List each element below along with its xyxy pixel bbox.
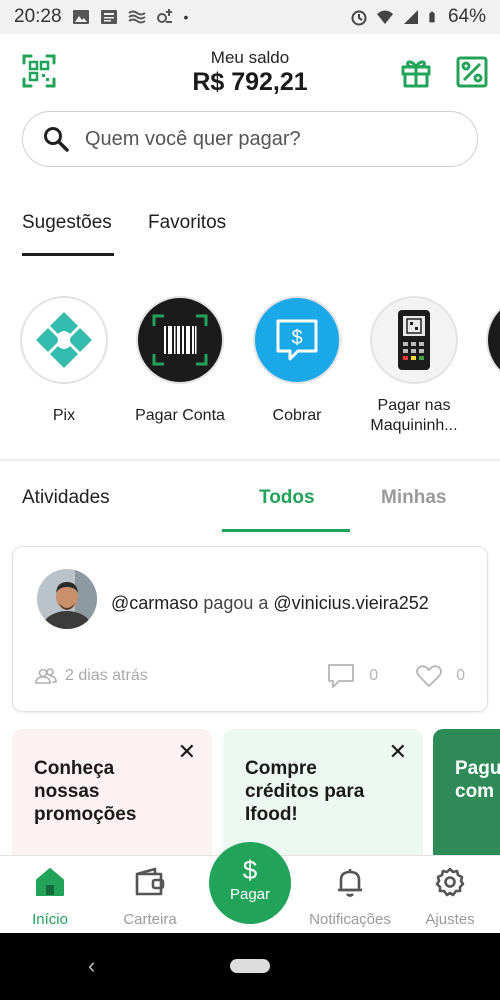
tab-my-activities[interactable]: Minhas [381, 487, 446, 509]
nav-home[interactable]: Início [0, 866, 100, 928]
nav-label: Início [32, 911, 68, 928]
tab-all-activities[interactable]: Todos [259, 487, 315, 509]
comment-count: 0 [369, 667, 379, 684]
tab-favorites[interactable]: Favoritos [148, 212, 226, 234]
gift-icon[interactable] [400, 56, 432, 88]
activity-verb: pagou a [203, 593, 269, 613]
shortcut-pix[interactable]: Pix [6, 296, 122, 426]
avatar[interactable] [37, 569, 97, 629]
shortcut-label: Cobrar [272, 407, 322, 424]
search-input[interactable] [85, 127, 445, 151]
shortcut-label: Pagar nas Maquininh... [370, 397, 458, 434]
pix-icon [20, 296, 108, 384]
home-pill-icon[interactable] [230, 959, 270, 973]
tab-suggestions[interactable]: Sugestões [22, 212, 112, 234]
home-icon [36, 868, 64, 896]
like-count: 0 [456, 667, 465, 684]
charge-speech-dollar-icon: $ [253, 296, 341, 384]
shortcut-row: Pix Pagar Conta $ Cobrar Pagar nas Maqui… [0, 296, 500, 446]
signal-icon [403, 10, 418, 24]
nav-settings[interactable]: Ajustes [400, 866, 500, 928]
status-bar: 20:28 • 64% [0, 0, 500, 34]
activity-actions: 0 0 [327, 663, 465, 689]
svg-text:$: $ [291, 327, 302, 349]
comment-icon [328, 664, 355, 688]
activity-meta: 2 dias atrás [35, 667, 148, 685]
image-icon [72, 10, 89, 24]
dot-icon: • [183, 9, 189, 25]
wallet-icon [135, 867, 165, 896]
search-icon [44, 127, 69, 152]
shortcut-partial[interactable] [472, 296, 500, 384]
shortcut-charge[interactable]: $ Cobrar [239, 296, 355, 426]
back-icon[interactable]: ‹ [88, 953, 95, 979]
waves-icon [127, 10, 146, 24]
app-header: Meu saldo R$ 792,21 [0, 34, 500, 112]
nav-label: Ajustes [425, 911, 475, 928]
system-nav-bar: ‹ [0, 933, 500, 1000]
bell-icon [338, 869, 362, 897]
shortcut-partial-icon [486, 296, 500, 384]
activities-title: Atividades [22, 487, 110, 508]
like-button[interactable]: 0 [416, 664, 465, 688]
news-icon [100, 10, 117, 24]
payee-username[interactable]: @vinicius.vieira252 [273, 593, 428, 613]
activity-time: 2 dias atrás [65, 667, 148, 684]
nav-notifications[interactable]: Notificações [300, 866, 400, 928]
promo-card-promotions[interactable]: Conheça nossas promoções ✕ [12, 729, 212, 859]
activity-tab-indicator [222, 529, 350, 532]
close-icon[interactable]: ✕ [178, 739, 196, 765]
promo-title: Compre créditos para Ifood! [245, 758, 365, 825]
status-time: 20:28 [14, 6, 62, 27]
bottom-nav: Início Carteira $ Pagar Notificações Aju… [0, 842, 500, 933]
comment-button[interactable]: 0 [327, 663, 378, 689]
friends-icon [35, 668, 57, 684]
promo-card-ifood[interactable]: Compre créditos para Ifood! ✕ [223, 729, 423, 859]
section-divider [0, 459, 500, 461]
activity-description: @carmaso pagou a @vinicius.vieira252 [111, 593, 429, 614]
discount-tag-icon[interactable] [456, 56, 488, 88]
dollar-icon: $ [242, 855, 258, 885]
wifi-icon [376, 10, 393, 24]
close-icon[interactable]: ✕ [389, 739, 407, 765]
heart-icon [416, 665, 442, 687]
pay-button[interactable]: $ Pagar [209, 842, 291, 924]
shortcut-pay-machines[interactable]: Pagar nas Maquininh... [356, 296, 472, 436]
shortcut-label: Pix [52, 407, 76, 424]
battery-percent: 64% [447, 6, 486, 27]
alarm-icon [351, 10, 367, 26]
app-icon [156, 9, 172, 23]
gear-icon [435, 867, 465, 897]
search-bar[interactable] [22, 111, 478, 167]
nav-wallet[interactable]: Carteira [100, 866, 200, 928]
payer-username[interactable]: @carmaso [111, 593, 198, 613]
activity-card[interactable]: @carmaso pagou a @vinicius.vieira252 2 d… [12, 546, 488, 712]
promo-title: Pagu com c [455, 758, 500, 802]
battery-icon [429, 11, 435, 23]
shortcut-pay-bill[interactable]: Pagar Conta [122, 296, 238, 426]
promo-title: Conheça nossas promoções [34, 758, 137, 825]
nav-label: Carteira [123, 911, 177, 928]
shortcut-label: Pagar Conta [135, 407, 225, 424]
card-machine-icon [370, 296, 458, 384]
barcode-icon [136, 296, 224, 384]
tab-active-indicator [22, 253, 114, 256]
pay-label: Pagar [229, 886, 271, 903]
promo-card-partial[interactable]: Pagu com c [433, 729, 500, 859]
nav-label: Notificações [309, 911, 391, 928]
